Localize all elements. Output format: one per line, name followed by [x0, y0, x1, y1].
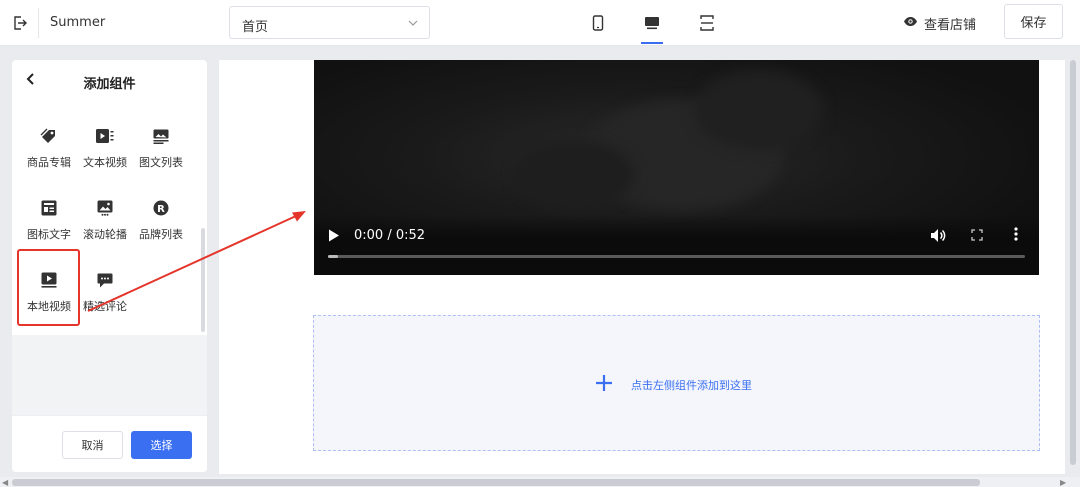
add-component-dropzone[interactable]: 点击左侧组件添加到这里 [313, 315, 1040, 451]
more-icon[interactable] [1014, 227, 1018, 244]
brand-icon: R [151, 198, 171, 218]
svg-text:R: R [157, 204, 165, 215]
component-product-album[interactable]: 商品专辑 [20, 122, 78, 178]
component-text-video[interactable]: 文本视频 [76, 122, 134, 178]
vertical-scroll-thumb[interactable] [1070, 60, 1076, 465]
panel-footer: 取消 选择 [12, 415, 207, 472]
panel-scrollbar[interactable] [201, 228, 205, 332]
page-select[interactable]: 首页 [229, 6, 430, 39]
component-label: 本地视频 [27, 300, 71, 313]
component-label: 商品专辑 [27, 156, 71, 169]
component-label: 精选评论 [83, 300, 127, 313]
video-controls: 0:00 / 0:52 [314, 215, 1039, 275]
view-store-button[interactable]: 查看店铺 [903, 14, 976, 33]
tag-icon [39, 126, 59, 146]
plus-icon [595, 374, 613, 395]
desktop-icon[interactable] [641, 12, 663, 44]
video-time: 0:00 / 0:52 [354, 228, 426, 243]
component-label: 滚动轮播 [83, 228, 127, 241]
horizontal-scrollbar: ◀ ▶ [0, 477, 1080, 487]
mobile-icon[interactable] [589, 12, 607, 34]
cancel-button[interactable]: 取消 [62, 431, 123, 459]
play-icon[interactable] [328, 229, 340, 245]
select-button[interactable]: 选择 [131, 431, 192, 459]
image-list-icon [151, 126, 171, 146]
text-video-icon [95, 126, 115, 146]
component-label: 文本视频 [83, 156, 127, 169]
video-progress-fill [328, 255, 338, 258]
component-label: 图文列表 [139, 156, 183, 169]
local-video-icon [39, 270, 59, 290]
video-progress-bar[interactable] [328, 255, 1025, 258]
top-bar: Summer 首页 查看店铺 保存 [0, 0, 1080, 46]
dropzone-text: 点击左侧组件添加到这里 [631, 379, 752, 392]
chevron-down-icon [407, 17, 419, 32]
app-title: Summer [50, 15, 106, 30]
page-canvas: 0:00 / 0:52 点击左侧组件添加到这里 [219, 60, 1065, 474]
panel-header: 添加组件 [12, 60, 207, 102]
horizontal-scroll-thumb[interactable] [12, 479, 980, 486]
exit-icon[interactable] [10, 13, 30, 33]
icon-text-icon [39, 198, 59, 218]
eye-icon [903, 16, 918, 31]
page-select-value: 首页 [242, 20, 269, 35]
comment-icon [95, 270, 115, 290]
save-button[interactable]: 保存 [1004, 4, 1063, 39]
volume-icon[interactable] [930, 228, 946, 246]
panel-title: 添加组件 [83, 77, 136, 92]
divider [38, 8, 39, 38]
add-component-panel: 添加组件 商品专辑 文本视频 图文列表 图标文字 滚动轮播 R 品牌列表 本地视… [12, 60, 207, 472]
component-icon-text[interactable]: 图标文字 [20, 194, 78, 250]
video-player[interactable]: 0:00 / 0:52 [314, 60, 1039, 275]
carousel-icon [95, 198, 115, 218]
canvas-vertical-scrollbar [1069, 60, 1077, 474]
panel-spacer [12, 335, 207, 415]
component-carousel[interactable]: 滚动轮播 [76, 194, 134, 250]
fit-screen-icon[interactable] [698, 12, 716, 34]
component-image-list[interactable]: 图文列表 [132, 122, 190, 178]
component-brand-list[interactable]: R 品牌列表 [132, 194, 190, 250]
component-featured-comments[interactable]: 精选评论 [76, 266, 134, 322]
scroll-right-arrow-icon[interactable]: ▶ [1060, 478, 1066, 487]
component-label: 图标文字 [27, 228, 71, 241]
scroll-left-arrow-icon[interactable]: ◀ [2, 478, 8, 487]
fullscreen-icon[interactable] [971, 229, 983, 244]
view-store-label: 查看店铺 [924, 18, 977, 33]
component-local-video[interactable]: 本地视频 [20, 266, 78, 322]
component-label: 品牌列表 [139, 228, 183, 241]
